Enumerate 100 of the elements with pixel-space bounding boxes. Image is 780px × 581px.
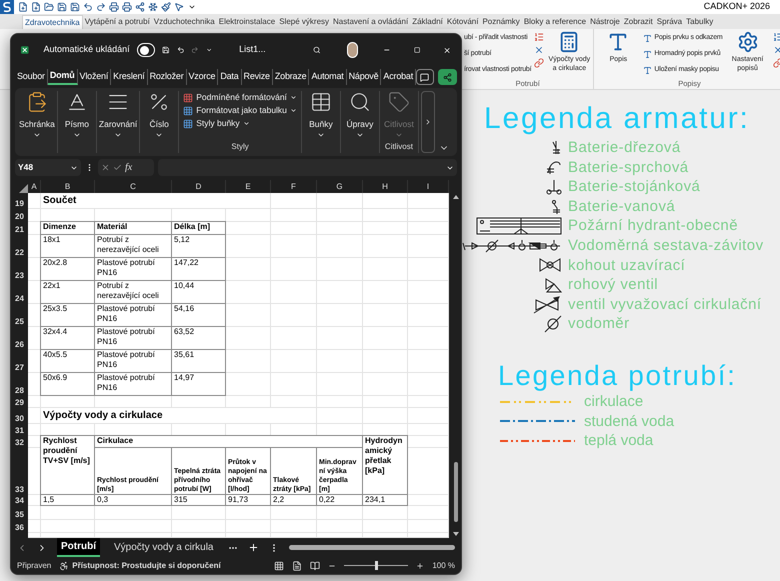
search-icon[interactable] xyxy=(312,44,320,56)
brush-icon[interactable] xyxy=(161,2,171,12)
balancing-valve-icon xyxy=(532,296,562,314)
scroll-thumb[interactable] xyxy=(454,462,458,522)
maximize-icon[interactable] xyxy=(414,45,420,55)
menu-tab[interactable]: Acrobat xyxy=(381,69,416,85)
zoom-in-icon[interactable] xyxy=(416,562,424,570)
menu-tab[interactable]: Nápově xyxy=(346,69,382,85)
ribbon-button[interactable]: Buňky xyxy=(304,91,338,139)
meter-icon xyxy=(544,315,562,334)
share-icon[interactable] xyxy=(135,2,145,12)
accessibility-icon[interactable] xyxy=(59,560,70,570)
undo-icon[interactable] xyxy=(83,2,93,12)
new-file-icon[interactable] xyxy=(31,2,41,12)
pointer-icon[interactable] xyxy=(174,2,184,12)
cross-icon[interactable] xyxy=(534,45,544,55)
ribbon-tab[interactable]: Zdravotechnika xyxy=(22,15,83,29)
autosave-toggle[interactable] xyxy=(136,43,156,57)
ribbon-tab[interactable]: Vytápění a potrubí xyxy=(82,15,152,29)
link-icon[interactable] xyxy=(534,58,544,68)
ribbon-button[interactable]: Číslo xyxy=(142,91,176,139)
menu-tab[interactable]: Vzorce xyxy=(186,69,218,85)
menu-tab[interactable]: Automat xyxy=(309,69,347,85)
name-box[interactable]: Y48 xyxy=(15,159,81,176)
comments-button[interactable] xyxy=(416,69,434,85)
table-header-cell: Cirkulace xyxy=(94,435,363,448)
ribbon-tab[interactable]: Vzduchotechnika xyxy=(152,15,217,29)
sheet-tab[interactable]: Potrubí xyxy=(57,538,100,557)
list-icon[interactable] xyxy=(772,32,780,42)
menu-tab[interactable]: Domů xyxy=(48,69,78,85)
sheet-tab[interactable]: Výpočty vody a cirkula xyxy=(110,538,218,557)
app-title: CADKON+ 2026 xyxy=(704,0,770,14)
ribbon-button[interactable]: Schránka xyxy=(19,91,55,139)
menu-tab[interactable]: Zobraze xyxy=(272,69,310,85)
add-sheet-icon[interactable] xyxy=(248,542,258,553)
menu-tab[interactable]: Vložení xyxy=(78,69,112,85)
save-icon[interactable] xyxy=(57,2,67,12)
cancel-icon[interactable] xyxy=(101,163,110,172)
scroll-up-arrow[interactable] xyxy=(453,195,459,199)
legend-item: Baterie-sprchová xyxy=(568,158,690,178)
table-cell: 315 xyxy=(171,494,226,506)
share-button[interactable] xyxy=(438,69,457,85)
ribbon-tab[interactable]: Správa xyxy=(654,15,684,29)
hydrant-cabinet-icon xyxy=(476,217,562,236)
ribbon-tab[interactable]: Bloky a reference xyxy=(522,15,588,29)
save-icon[interactable] xyxy=(162,44,170,56)
formula-input[interactable] xyxy=(158,159,457,176)
snowflake-icon[interactable] xyxy=(148,2,158,12)
legend-item: vodoměr xyxy=(568,314,631,334)
menu-tab[interactable]: Data xyxy=(218,69,242,85)
ribbon-button[interactable]: Zarovnání xyxy=(98,91,138,139)
ribbon-tab[interactable]: Zobrazit xyxy=(622,15,655,29)
style-menu-button[interactable]: Styly buňky xyxy=(183,117,297,130)
sink-faucet-icon xyxy=(550,140,562,156)
search-icon xyxy=(348,91,371,113)
ribbon-tab[interactable]: Elektroinstalace xyxy=(216,15,278,29)
zoom-thumb[interactable] xyxy=(375,561,378,570)
style-menu-button[interactable]: Podmíněné formátování xyxy=(183,91,297,104)
customize-icon[interactable] xyxy=(188,3,196,11)
file-name: List1... xyxy=(239,43,266,56)
valve-icon xyxy=(538,257,562,274)
link-icon[interactable] xyxy=(772,58,780,68)
avatar[interactable] xyxy=(347,42,358,58)
text-label-icon xyxy=(643,50,652,58)
menu-tab[interactable]: Kreslení xyxy=(111,69,148,85)
menu-tab[interactable]: Soubor xyxy=(15,69,48,85)
table-cell: 0,3 xyxy=(94,494,172,506)
table-cell: Plastové potrubí PN16 xyxy=(94,372,172,396)
normal-view-icon[interactable] xyxy=(274,560,284,570)
menu-tab[interactable]: Rozložer xyxy=(148,69,186,85)
ribbon-tab[interactable]: Kótování xyxy=(444,15,480,29)
ribbon-tab[interactable]: Slepé výkresy xyxy=(277,15,332,29)
printer-icon[interactable] xyxy=(122,2,132,12)
ribbon-tab[interactable]: Nastavení a ovládání xyxy=(331,15,410,29)
redo-icon[interactable] xyxy=(96,2,106,12)
table-cell: 2,2 xyxy=(270,494,317,506)
list-icon[interactable] xyxy=(534,32,544,42)
style-menu-button[interactable]: Formátovat jako tabulku xyxy=(183,104,297,117)
ribbon-tab[interactable]: Základní xyxy=(410,15,445,29)
folder-icon[interactable] xyxy=(44,2,54,12)
confirm-icon[interactable] xyxy=(113,163,122,172)
ribbon-tab[interactable]: Poznámky xyxy=(480,15,522,29)
ribbon-button[interactable]: Písmo xyxy=(60,91,94,139)
redo-icon[interactable] xyxy=(191,44,199,56)
accessibility-link[interactable]: Přístupnost: Prostudujte si doporučení xyxy=(72,560,221,572)
cross-icon[interactable] xyxy=(772,45,780,55)
page-layout-icon[interactable] xyxy=(292,560,302,570)
ribbon-tab[interactable]: Tabulky xyxy=(684,15,716,29)
save-icon[interactable] xyxy=(70,2,80,12)
insert-function-button[interactable]: fx xyxy=(125,160,132,175)
ribbon-tab[interactable]: Nástroje xyxy=(588,15,622,29)
new-file-icon[interactable] xyxy=(18,2,28,12)
menu-tab[interactable]: Revize xyxy=(242,69,273,85)
table-style-icon xyxy=(183,92,194,102)
page-break-icon[interactable] xyxy=(310,560,320,570)
undo-icon[interactable] xyxy=(176,44,184,56)
ribbon-button[interactable]: Úpravy xyxy=(342,91,377,139)
empty-cell[interactable] xyxy=(408,436,449,448)
printer-icon[interactable] xyxy=(109,2,119,12)
horizontal-scrollbar[interactable] xyxy=(288,545,455,550)
